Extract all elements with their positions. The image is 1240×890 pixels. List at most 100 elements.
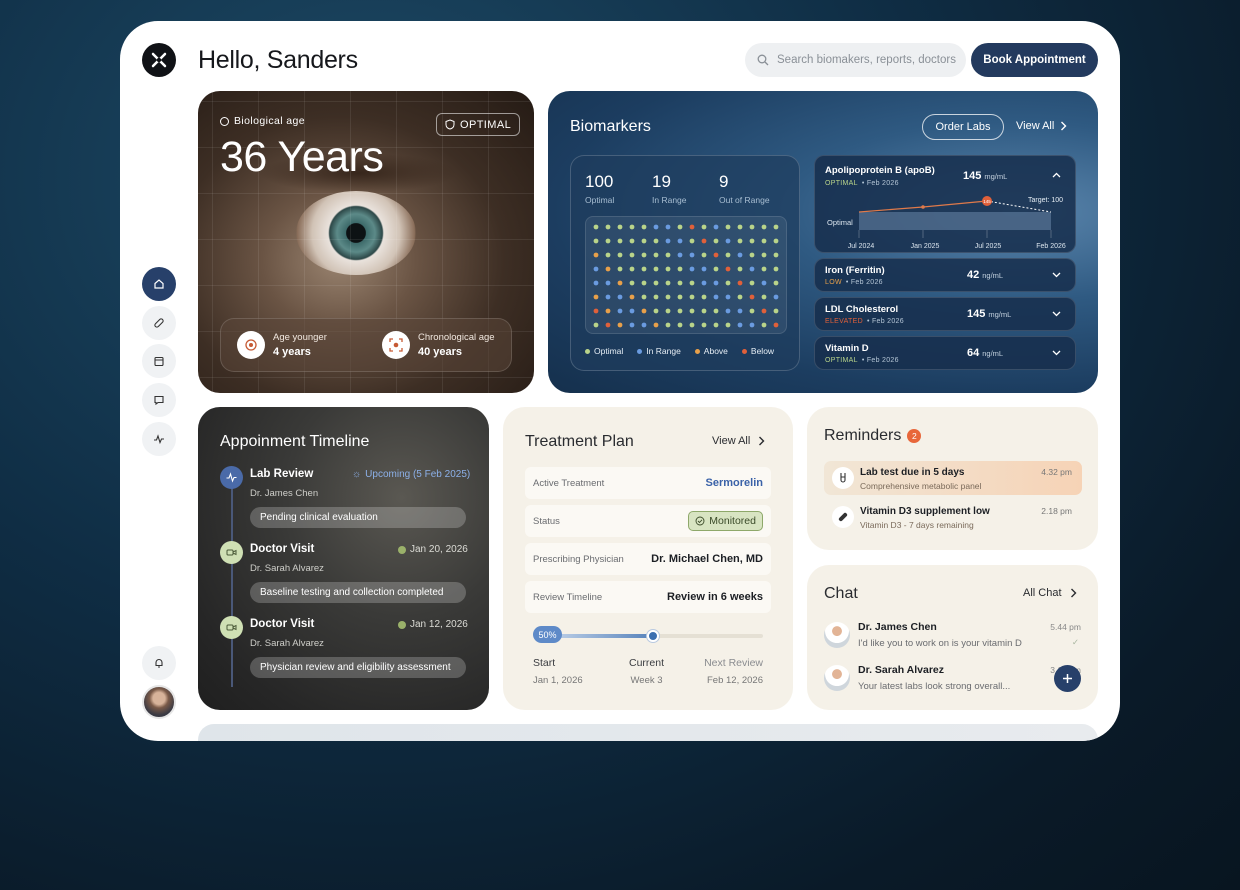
biomarker-dot bbox=[701, 294, 707, 300]
status-date: Feb 2026 bbox=[866, 180, 899, 187]
biomarker-dot bbox=[593, 252, 599, 258]
row-key: Active Treatment bbox=[533, 477, 605, 489]
reminder-time: 2.18 pm bbox=[1041, 506, 1072, 516]
start-label: Start bbox=[533, 657, 556, 669]
progress-current: Current Week 3 bbox=[629, 657, 664, 686]
appointment-type: Doctor Visit bbox=[250, 543, 315, 555]
treatment-row: Review Timeline Review in 6 weeks bbox=[525, 581, 771, 613]
biomarker-dot bbox=[593, 322, 599, 328]
status-text: LOW bbox=[825, 279, 842, 286]
value-unit: mg/mL bbox=[984, 172, 1008, 181]
biomarker-dot bbox=[677, 266, 683, 272]
treatment-view-all[interactable]: View All bbox=[712, 435, 765, 447]
chrono-age-label: Chronological age bbox=[418, 332, 495, 343]
appointment-date: ☼ Upcoming (5 Feb 2025) bbox=[352, 469, 470, 480]
target-icon bbox=[220, 116, 229, 126]
biomarker-dot bbox=[641, 308, 647, 314]
biomarker-dot bbox=[641, 252, 647, 258]
timeline-node-visit bbox=[220, 541, 243, 564]
chat-name[interactable]: Dr. Sarah Alvarez bbox=[858, 664, 944, 676]
biomarker-dot bbox=[761, 294, 767, 300]
appointment-note[interactable]: Pending clinical evaluation bbox=[250, 507, 466, 528]
biomarker-vitamin-d[interactable]: Vitamin D OPTIMAL • Feb 2026 64 ng/mL bbox=[814, 336, 1076, 370]
nav-activity[interactable] bbox=[142, 422, 176, 456]
nav-notifications[interactable] bbox=[142, 646, 176, 680]
chevron-down-icon[interactable] bbox=[1052, 272, 1061, 278]
row-key: Prescribing Physician bbox=[533, 553, 624, 565]
capsule-icon bbox=[832, 506, 854, 528]
chat-name[interactable]: Dr. James Chen bbox=[858, 621, 937, 633]
appointment-note[interactable]: Baseline testing and collection complete… bbox=[250, 582, 466, 603]
biomarker-dot bbox=[737, 224, 743, 230]
biomarker-name: LDL Cholesterol bbox=[825, 304, 899, 315]
biomarker-dot bbox=[713, 266, 719, 272]
legend-label: In Range bbox=[646, 346, 681, 356]
biomarker-dot bbox=[749, 252, 755, 258]
shield-icon bbox=[445, 119, 455, 130]
status-badge-text: Monitored bbox=[709, 515, 756, 527]
app-logo[interactable] bbox=[142, 43, 176, 77]
nav-calendar[interactable] bbox=[142, 344, 176, 378]
biomarker-dot bbox=[737, 238, 743, 244]
biomarker-dot bbox=[629, 252, 635, 258]
legend-label: Above bbox=[703, 346, 728, 356]
chat-message[interactable]: I'd like you to work on is your vitamin … bbox=[858, 638, 1022, 649]
chevron-up-icon[interactable] bbox=[1052, 172, 1061, 178]
reminder-title: Lab test due in 5 days bbox=[860, 467, 965, 478]
biomarker-dot bbox=[737, 322, 743, 328]
status-text: OPTIMAL bbox=[825, 357, 858, 364]
biomarker-dot bbox=[725, 280, 731, 286]
biomarker-dot bbox=[605, 308, 611, 314]
biomarker-dot bbox=[653, 294, 659, 300]
order-labs-button[interactable]: Order Labs bbox=[922, 114, 1004, 140]
current-label: Current bbox=[629, 657, 665, 669]
chat-message[interactable]: Your latest labs look strong overall... bbox=[858, 681, 1010, 692]
age-younger-stat: Age younger 4 years bbox=[221, 331, 366, 359]
legend-optimal: Optimal bbox=[585, 346, 623, 356]
biomarker-value: 64 ng/mL bbox=[967, 347, 1003, 359]
status-text: OPTIMAL bbox=[825, 180, 858, 187]
user-avatar[interactable] bbox=[142, 685, 176, 719]
biomarker-dot bbox=[701, 322, 707, 328]
plus-icon bbox=[1063, 674, 1072, 683]
nav-messages[interactable] bbox=[142, 383, 176, 417]
biomarker-iron[interactable]: Iron (Ferritin) LOW • Feb 2026 42 ng/mL bbox=[814, 258, 1076, 292]
chrono-age-stat: Chronological age 40 years bbox=[366, 331, 511, 359]
app-window: Hello, Sanders Search biomakers, reports… bbox=[120, 21, 1120, 741]
biomarker-dot bbox=[665, 280, 671, 286]
biomarker-ldl[interactable]: LDL Cholesterol ELEVATED • Feb 2026 145 mg… bbox=[814, 297, 1076, 331]
age-younger-label: Age younger bbox=[273, 332, 327, 343]
biomarker-dot bbox=[641, 294, 647, 300]
book-appointment-button[interactable]: Book Appointment bbox=[971, 43, 1098, 77]
chat-title: Chat bbox=[824, 585, 858, 602]
biomarker-dot bbox=[773, 252, 779, 258]
chevron-down-icon[interactable] bbox=[1052, 350, 1061, 356]
biomarker-dot bbox=[749, 238, 755, 244]
progress-handle[interactable] bbox=[647, 630, 659, 642]
new-chat-button[interactable] bbox=[1054, 665, 1081, 692]
biomarker-dot bbox=[653, 224, 659, 230]
active-treatment-link[interactable]: Sermorelin bbox=[706, 477, 763, 489]
biomarker-dot bbox=[665, 252, 671, 258]
nav-home[interactable] bbox=[142, 267, 176, 301]
reminder-item[interactable]: Lab test due in 5 days Comprehensive met… bbox=[824, 461, 1082, 495]
biomarker-dot bbox=[689, 280, 695, 286]
age-stats: Age younger 4 years Chronological age 40 y… bbox=[220, 318, 512, 372]
biomarker-dot bbox=[773, 322, 779, 328]
reminder-item[interactable]: Vitamin D3 supplement low Vitamin D3 - 7… bbox=[824, 500, 1082, 534]
value-text: 42 bbox=[967, 269, 980, 281]
chevron-down-icon[interactable] bbox=[1052, 311, 1061, 317]
timeline-line bbox=[231, 487, 233, 687]
appointment-note[interactable]: Physician review and eligibility assessm… bbox=[250, 657, 466, 678]
reminder-time: 4.32 pm bbox=[1041, 467, 1072, 477]
search-input[interactable]: Search biomakers, reports, doctors bbox=[745, 43, 966, 77]
biomarker-apob[interactable]: Apolipoprotein B (apoB) OPTIMAL • Feb 202… bbox=[814, 155, 1076, 253]
biomarker-dot bbox=[713, 280, 719, 286]
chat-view-all[interactable]: All Chat bbox=[1023, 587, 1077, 599]
nav-medications[interactable] bbox=[142, 306, 176, 340]
biomarkers-view-all[interactable]: View All bbox=[1016, 120, 1067, 132]
biomarker-dot bbox=[773, 266, 779, 272]
biomarker-dot bbox=[629, 308, 635, 314]
count-in-range: 19 In Range bbox=[652, 172, 687, 205]
legend-label: Optimal bbox=[594, 346, 624, 356]
